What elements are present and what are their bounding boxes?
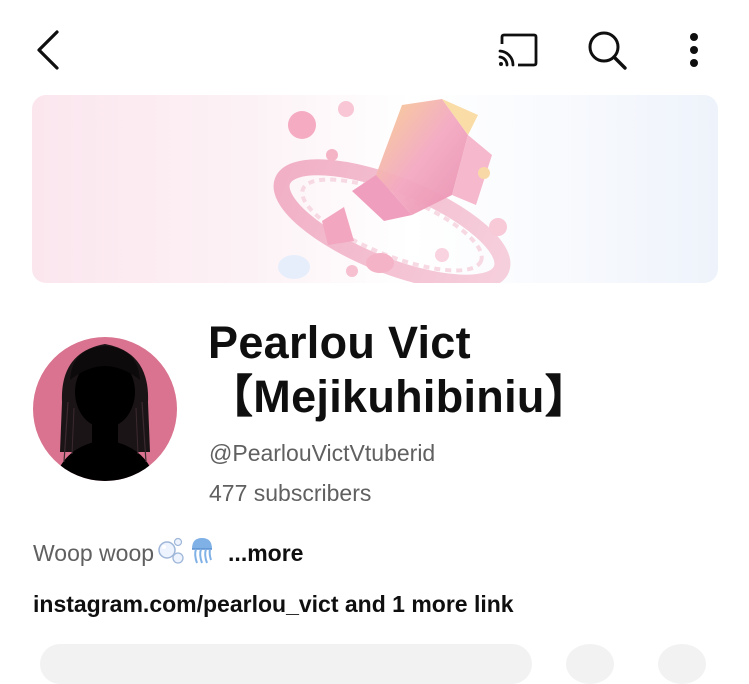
back-button[interactable]: [28, 26, 68, 74]
cast-button[interactable]: [492, 28, 544, 72]
avatar-silhouette-icon: [33, 337, 177, 481]
channel-handle: @PearlouVictVtuberid: [209, 440, 436, 466]
channel-banner: [32, 95, 718, 283]
description-more-link[interactable]: ...more: [228, 540, 303, 567]
banner-crystal-illustration: [273, 99, 511, 283]
subscribe-button[interactable]: [40, 644, 532, 684]
subscriber-count: 477 subscribers: [209, 480, 372, 506]
top-app-bar: [0, 0, 749, 96]
jellyfish-emoji-icon: [188, 535, 216, 571]
search-icon: [588, 31, 627, 70]
cast-icon: [498, 33, 538, 67]
channel-avatar[interactable]: [32, 322, 178, 482]
more-options-button[interactable]: [676, 28, 712, 72]
chevron-left-icon: [37, 30, 59, 70]
channel-links[interactable]: instagram.com/pearlou_vict and 1 more li…: [33, 591, 514, 618]
channel-name: Pearlou Vict 【Mejikuhibiniu】: [208, 316, 728, 424]
more-vertical-icon: [690, 33, 698, 67]
bubbles-emoji-icon: [156, 536, 186, 570]
channel-description[interactable]: Woop woop ...more: [33, 535, 303, 571]
action-button-2[interactable]: [658, 644, 706, 684]
channel-name-line-2: 【Mejikuhibiniu】: [208, 371, 590, 422]
description-text: Woop woop: [33, 539, 155, 566]
action-button-1[interactable]: [566, 644, 614, 684]
channel-name-line-1: Pearlou Vict: [208, 317, 471, 368]
search-button[interactable]: [582, 26, 632, 74]
